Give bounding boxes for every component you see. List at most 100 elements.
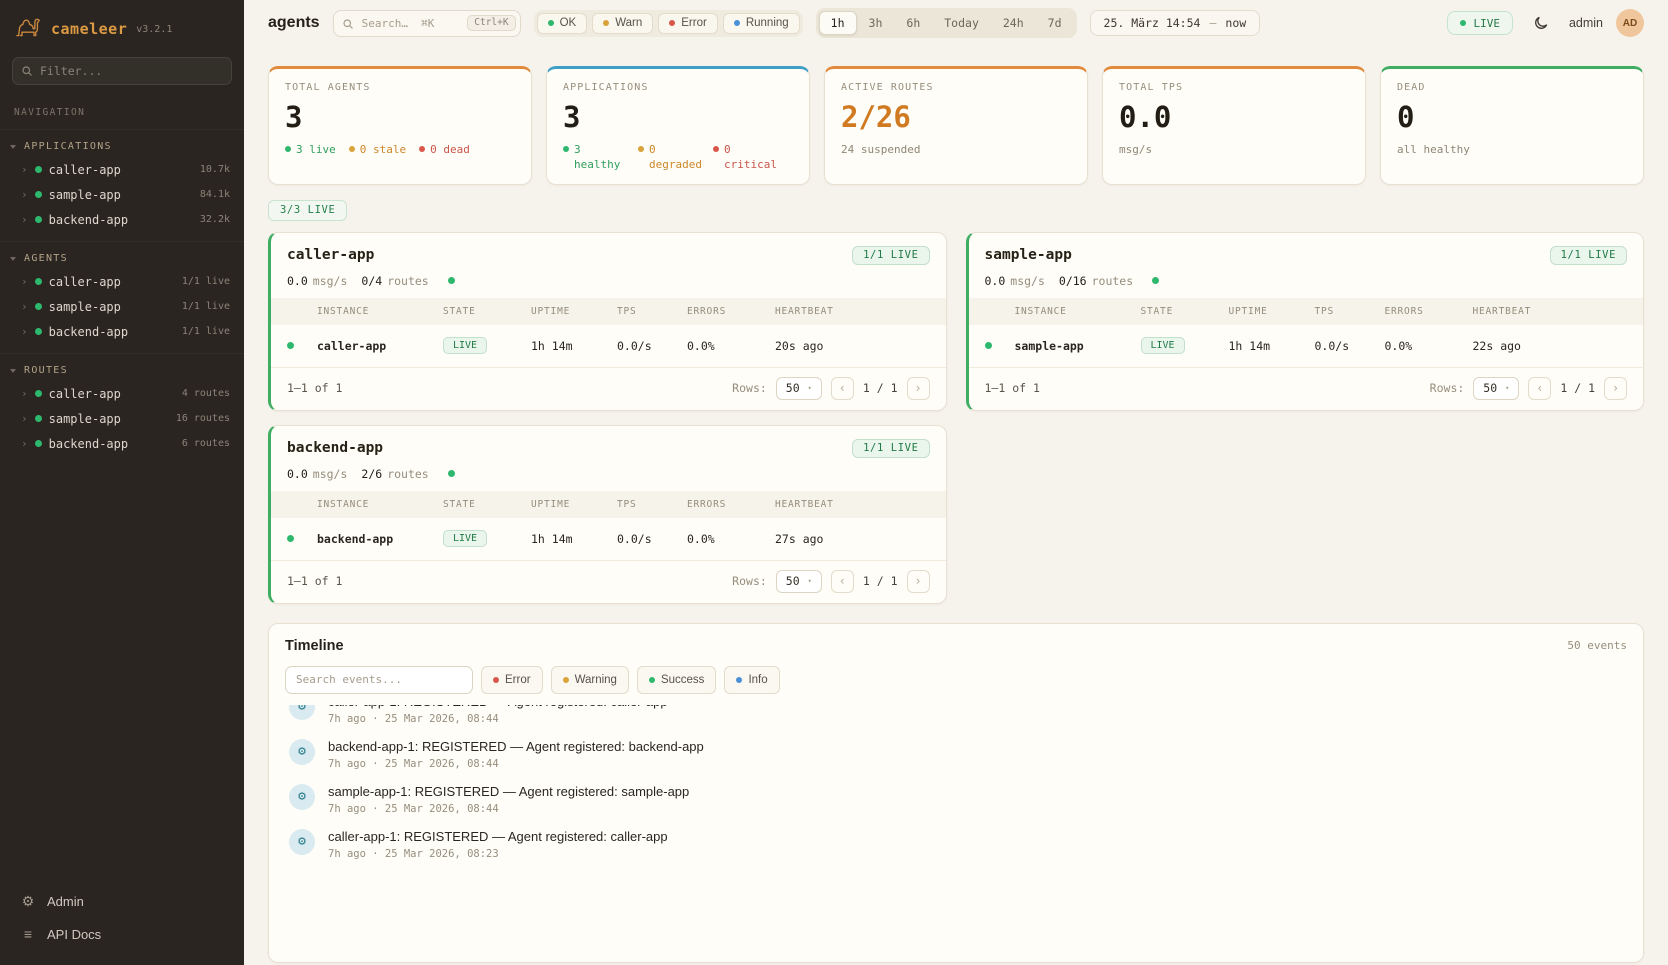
health-dot-icon [448,277,455,284]
app-card-title: backend-app [287,440,383,456]
theme-toggle[interactable] [1526,8,1556,38]
live-status-badge[interactable]: LIVE [1447,11,1513,35]
sidebar-item-sample-app[interactable]: › sample-app 84.1k [0,182,244,207]
error-dot-icon [493,677,499,683]
sidebar-item-api-docs[interactable]: ≡ API Docs [14,919,230,949]
section-header-applications[interactable]: APPLICATIONS [0,137,244,157]
status-dot [35,390,42,397]
sidebar-item-admin[interactable]: ⚙ Admin [14,886,230,917]
table-footer: 1–1 of 1 Rows: 50 ▾ ‹ 1 / 1 › [969,368,1644,410]
rows-per-page-select[interactable]: 50 ▾ [776,377,822,400]
chevron-right-icon: › [21,276,28,287]
sidebar-item-caller-app[interactable]: › caller-app 4 routes [0,381,244,406]
prev-page-button[interactable]: ‹ [831,570,854,593]
avatar[interactable]: AD [1616,9,1644,37]
range-end: now [1225,16,1246,30]
rows-per-page-select[interactable]: 50 ▾ [776,570,822,593]
time-range-selector: 1h 3h 6h Today 24h 7d [816,8,1077,38]
timeline-filter-success[interactable]: Success [637,666,716,694]
timeline-filter-info[interactable]: Info [724,666,779,694]
moon-icon [1533,15,1549,31]
sidebar-item-backend-app[interactable]: › backend-app 1/1 live [0,319,244,344]
item-badge: 32.2k [200,214,230,225]
filter-chip-running[interactable]: Running [723,13,800,34]
collapse-caret-icon [10,257,16,261]
item-badge: 4 routes [182,388,230,399]
stat-value: 2/26 [841,100,1071,134]
sidebar-item-sample-app[interactable]: › sample-app 16 routes [0,406,244,431]
filter-chip-warn[interactable]: Warn [592,13,653,34]
health-dot-icon [448,470,455,477]
timeline-event[interactable]: ⚙ caller-app-1: REGISTERED — Agent regis… [285,822,1627,867]
time-range-7d[interactable]: 7d [1036,11,1074,35]
table-row[interactable]: sample-app LIVE 1h 14m 0.0/s 0.0% 22s ag… [969,325,1644,368]
time-range-1h[interactable]: 1h [819,11,857,35]
prev-page-button[interactable]: ‹ [1528,377,1551,400]
sidebar-item-caller-app[interactable]: › caller-app 10.7k [0,157,244,182]
running-dot-icon [734,20,740,26]
filter-chip-ok[interactable]: OK [537,13,588,34]
live-overview-badge: 3/3 LIVE [268,200,347,221]
stat-card-dead: DEAD 0 all healthy [1380,66,1644,185]
timeline-search-input[interactable] [285,666,473,694]
section-header-agents[interactable]: AGENTS [0,249,244,269]
content: TOTAL AGENTS 3 3 live 0 stale 0 dead APP… [244,46,1668,965]
search-icon [342,18,354,30]
gear-icon: ⚙ [20,893,36,910]
instance-status-dot [287,342,294,349]
sidebar-item-sample-app[interactable]: › sample-app 1/1 live [0,294,244,319]
section-header-routes[interactable]: ROUTES [0,361,244,381]
timeline-event[interactable]: ⚙ caller-app-1: REGISTERED — Agent regis… [285,705,1627,732]
status-dot [35,440,42,447]
caret-down-icon: ▾ [1505,384,1509,392]
range-start: 25. März 14:54 [1104,16,1201,30]
item-badge: 84.1k [200,189,230,200]
table-footer: 1–1 of 1 Rows: 50 ▾ ‹ 1 / 1 › [271,561,946,603]
stat-card-active-routes: ACTIVE ROUTES 2/26 24 suspended [824,66,1088,185]
live-count-badge: 1/1 LIVE [852,246,929,265]
page-indicator: 1 / 1 [863,381,898,395]
prev-page-button[interactable]: ‹ [831,377,854,400]
sidebar-item-backend-app[interactable]: › backend-app 32.2k [0,207,244,232]
collapse-caret-icon [10,369,16,373]
status-dot [35,328,42,335]
success-dot-icon [649,677,655,683]
status-dot [35,166,42,173]
live-dot-icon [1460,20,1466,26]
timeline-event[interactable]: ⚙ sample-app-1: REGISTERED — Agent regis… [285,777,1627,822]
username[interactable]: admin [1569,16,1603,30]
sidebar-item-caller-app[interactable]: › caller-app 1/1 live [0,269,244,294]
table-row[interactable]: backend-app LIVE 1h 14m 0.0/s 0.0% 27s a… [271,518,946,561]
gear-icon: ⚙ [289,829,315,855]
filter-chip-error[interactable]: Error [658,13,718,34]
gear-icon: ⚙ [289,784,315,810]
table-header: INSTANCE STATE UPTIME TPS ERRORS HEARTBE… [271,298,946,325]
timeline-filter-warning[interactable]: Warning [551,666,629,694]
chevron-right-icon: › [21,438,28,449]
timeline-filter-error[interactable]: Error [481,666,543,694]
app-logo[interactable]: cameleer v3.2.1 [0,0,244,54]
sidebar-filter-input[interactable] [12,57,232,85]
warn-dot-icon [638,146,644,152]
timeline-event[interactable]: ⚙ backend-app-1: REGISTERED — Agent regi… [285,732,1627,777]
next-page-button[interactable]: › [907,570,930,593]
time-range-3h[interactable]: 3h [857,11,895,35]
status-filter-group: OK Warn Error Running [534,10,803,37]
time-range-24h[interactable]: 24h [991,11,1036,35]
stat-card-total-agents: TOTAL AGENTS 3 3 live 0 stale 0 dead [268,66,532,185]
error-dot-icon [713,146,719,152]
timeline-events-list[interactable]: ⚙ caller-app-1: REGISTERED — Agent regis… [285,705,1627,925]
warn-dot-icon [349,146,355,152]
item-badge: 1/1 live [182,276,230,287]
sidebar-item-backend-app[interactable]: › backend-app 6 routes [0,431,244,456]
time-range-today[interactable]: Today [932,11,991,35]
time-range-6h[interactable]: 6h [894,11,932,35]
warn-dot-icon [603,20,609,26]
next-page-button[interactable]: › [907,377,930,400]
rows-per-page-select[interactable]: 50 ▾ [1473,377,1519,400]
table-row[interactable]: caller-app LIVE 1h 14m 0.0/s 0.0% 20s ag… [271,325,946,368]
app-card-sample-app: sample-app 1/1 LIVE 0.0msg/s 0/16routes … [966,232,1645,411]
ok-dot-icon [285,146,291,152]
list-icon: ≡ [20,926,36,942]
next-page-button[interactable]: › [1604,377,1627,400]
